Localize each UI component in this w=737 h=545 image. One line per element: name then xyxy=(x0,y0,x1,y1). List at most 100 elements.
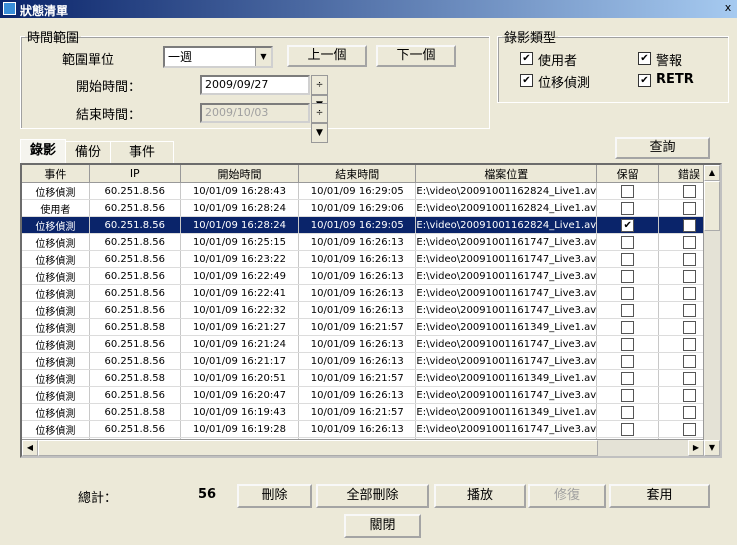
scroll-up-icon[interactable]: ▲ xyxy=(704,165,720,181)
keep-checkbox[interactable]: ✔ xyxy=(621,218,635,232)
error-checkbox[interactable] xyxy=(682,286,696,300)
error-checkbox[interactable] xyxy=(682,303,696,317)
play-button[interactable]: 播放 xyxy=(434,484,526,508)
table-row[interactable]: 位移偵測 60.251.8.58 10/01/09 16:20:51 10/01/09… xyxy=(22,369,720,387)
error-checkbox[interactable] xyxy=(682,184,696,198)
column-header[interactable]: 檔案位置 xyxy=(415,165,598,183)
record-type-group: 錄影類型 xyxy=(497,27,729,103)
time-range-legend: 時間範圍 xyxy=(27,31,80,46)
file-path-cell: E:\video\20091001161747_Live3.av xyxy=(415,301,598,319)
keep-checkbox[interactable] xyxy=(621,422,635,436)
keep-cell xyxy=(596,420,660,438)
keep-cell xyxy=(596,301,660,319)
start-time-cell: 10/01/09 16:22:41 xyxy=(180,284,300,302)
query-button[interactable]: 查詢 xyxy=(615,137,710,159)
alarm-label: 警報 xyxy=(656,54,683,69)
file-path-cell: E:\video\20091001161349_Live1.av xyxy=(415,403,598,421)
error-checkbox[interactable] xyxy=(682,405,696,419)
keep-checkbox[interactable] xyxy=(621,184,635,198)
column-header[interactable]: 事件 xyxy=(22,165,90,183)
keep-checkbox[interactable] xyxy=(621,201,635,215)
keep-checkbox[interactable] xyxy=(621,269,635,283)
tab-recording[interactable]: 錄影 xyxy=(20,139,66,164)
error-checkbox[interactable] xyxy=(682,422,696,436)
start-date-field[interactable]: 2009/09/27 xyxy=(200,75,310,95)
start-time-cell: 10/01/09 16:21:27 xyxy=(180,318,300,336)
start-time-cell: 10/01/09 16:20:51 xyxy=(180,369,300,387)
chevron-down-icon[interactable]: ▼ xyxy=(255,48,271,66)
scroll-down-icon[interactable]: ▼ xyxy=(704,440,720,456)
close-icon[interactable]: x xyxy=(721,1,735,15)
table-row[interactable]: 位移偵測 60.251.8.58 10/01/09 16:19:43 10/01/09… xyxy=(22,403,720,421)
error-checkbox[interactable] xyxy=(682,218,696,232)
start-spinner[interactable]: ÷▼ xyxy=(311,75,343,115)
apply-button[interactable]: 套用 xyxy=(609,484,710,508)
keep-checkbox[interactable] xyxy=(621,371,635,385)
table-row[interactable]: 位移偵測 60.251.8.56 10/01/09 16:19:28 10/01/09… xyxy=(22,420,720,438)
keep-checkbox[interactable] xyxy=(621,337,635,351)
keep-checkbox[interactable] xyxy=(621,303,635,317)
tab-backup[interactable]: 備份 xyxy=(65,141,111,164)
next-button[interactable]: 下一個 xyxy=(376,45,456,67)
column-header[interactable]: IP xyxy=(89,165,181,183)
delete-button[interactable]: 刪除 xyxy=(237,484,312,508)
scroll-right-icon[interactable]: ▶ xyxy=(688,440,704,456)
delete-all-button[interactable]: 全部刪除 xyxy=(316,484,429,508)
start-time-cell: 10/01/09 16:20:47 xyxy=(180,386,300,404)
end-time-cell: 10/01/09 16:26:13 xyxy=(298,250,417,268)
prev-button[interactable]: 上一個 xyxy=(287,45,367,67)
user-checkbox[interactable]: ✔ xyxy=(520,52,533,65)
error-checkbox[interactable] xyxy=(682,252,696,266)
error-checkbox[interactable] xyxy=(682,354,696,368)
keep-checkbox[interactable] xyxy=(621,354,635,368)
scroll-thumb[interactable] xyxy=(704,181,720,231)
column-header[interactable]: 保留 xyxy=(596,165,660,183)
keep-checkbox[interactable] xyxy=(621,405,635,419)
ip-cell: 60.251.8.56 xyxy=(89,199,181,217)
keep-checkbox[interactable] xyxy=(621,320,635,334)
table-row[interactable]: 位移偵測 60.251.8.56 10/01/09 16:22:41 10/01/09… xyxy=(22,284,720,302)
keep-checkbox[interactable] xyxy=(621,388,635,402)
error-checkbox[interactable] xyxy=(682,337,696,351)
table-row[interactable]: 位移偵測 60.251.8.58 10/01/09 16:21:27 10/01/09… xyxy=(22,318,720,336)
keep-cell xyxy=(596,250,660,268)
table-row[interactable]: 位移偵測 60.251.8.56 10/01/09 16:28:24 10/01/09… xyxy=(22,216,720,234)
motion-checkbox[interactable]: ✔ xyxy=(520,74,533,87)
table-row[interactable]: 位移偵測 60.251.8.56 10/01/09 16:20:47 10/01/09… xyxy=(22,386,720,404)
horizontal-scrollbar[interactable]: ◀ ▶ xyxy=(22,439,704,456)
vertical-scrollbar[interactable]: ▲ ▼ xyxy=(703,165,720,456)
spin-updown-icon[interactable]: ÷ xyxy=(311,75,328,95)
error-checkbox[interactable] xyxy=(682,235,696,249)
table-row[interactable]: 位移偵測 60.251.8.56 10/01/09 16:22:32 10/01/09… xyxy=(22,301,720,319)
table-row[interactable]: 位移偵測 60.251.8.56 10/01/09 16:21:17 10/01/09… xyxy=(22,352,720,370)
table-row[interactable]: 位移偵測 60.251.8.56 10/01/09 16:22:49 10/01/09… xyxy=(22,267,720,285)
tab-events[interactable]: 事件 xyxy=(110,141,174,164)
unit-select[interactable]: 一週 ▼ xyxy=(163,46,273,68)
event-cell: 位移偵測 xyxy=(22,403,90,421)
spin-updown-icon: ÷ xyxy=(311,103,328,123)
table-row[interactable]: 位移偵測 60.251.8.56 10/01/09 16:25:15 10/01/09… xyxy=(22,233,720,251)
table-row[interactable]: 位移偵測 60.251.8.56 10/01/09 16:21:24 10/01/09… xyxy=(22,335,720,353)
column-header[interactable]: 結束時間 xyxy=(298,165,417,183)
start-time-cell: 10/01/09 16:28:24 xyxy=(180,216,300,234)
table-row[interactable]: 位移偵測 60.251.8.56 10/01/09 16:28:43 10/01/09… xyxy=(22,182,720,200)
error-checkbox[interactable] xyxy=(682,371,696,385)
table-row[interactable]: 使用者 60.251.8.56 10/01/09 16:28:24 10/01/09 … xyxy=(22,199,720,217)
error-checkbox[interactable] xyxy=(682,269,696,283)
keep-cell xyxy=(596,267,660,285)
error-checkbox[interactable] xyxy=(682,201,696,215)
close-button[interactable]: 關閉 xyxy=(344,514,421,538)
scroll-left-icon[interactable]: ◀ xyxy=(22,440,38,456)
table-row[interactable]: 位移偵測 60.251.8.56 10/01/09 16:23:22 10/01/09… xyxy=(22,250,720,268)
alarm-checkbox[interactable]: ✔ xyxy=(638,52,651,65)
retr-checkbox[interactable]: ✔ xyxy=(638,74,651,87)
scroll-thumb[interactable] xyxy=(38,440,598,456)
keep-checkbox[interactable] xyxy=(621,252,635,266)
keep-checkbox[interactable] xyxy=(621,286,635,300)
column-header[interactable]: 開始時間 xyxy=(180,165,300,183)
error-checkbox[interactable] xyxy=(682,320,696,334)
error-checkbox[interactable] xyxy=(682,388,696,402)
event-cell: 位移偵測 xyxy=(22,284,90,302)
ip-cell: 60.251.8.56 xyxy=(89,216,181,234)
keep-checkbox[interactable] xyxy=(621,235,635,249)
